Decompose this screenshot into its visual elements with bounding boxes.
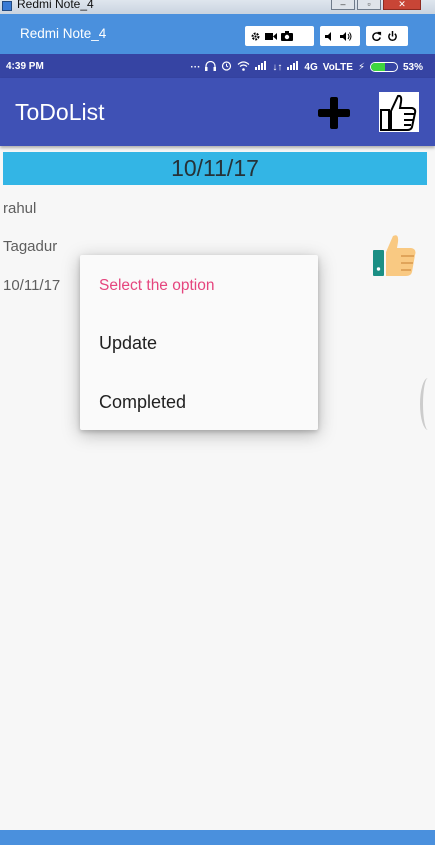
wifi-icon — [237, 60, 250, 74]
status-bar: 4:39 PM ··· ↓↑ 4G VoLTE ⚡ 53% — [0, 54, 435, 78]
status-time: 4:39 PM — [6, 61, 44, 72]
emulator-power-group — [366, 26, 408, 46]
window-titlebar: Redmi Note_4 – ▫ ✕ — [0, 0, 435, 14]
emulator-title: Redmi Note_4 — [20, 26, 107, 41]
emulator-volume-group — [320, 26, 360, 46]
power-icon[interactable] — [384, 26, 400, 46]
task-place: Tagadur — [3, 238, 58, 255]
app-window-icon — [2, 1, 12, 11]
alarm-icon — [221, 60, 232, 74]
battery-fill — [370, 63, 385, 71]
dialog-title: Select the option — [99, 277, 215, 294]
options-dialog: Select the option Update Completed — [80, 255, 318, 430]
emulator-settings-group — [245, 26, 314, 46]
window-title: Redmi Note_4 — [17, 0, 94, 11]
complete-thumbs-up-icon[interactable] — [371, 230, 419, 278]
window-controls: – ▫ ✕ — [331, 0, 421, 10]
headphones-icon — [205, 60, 217, 74]
update-option[interactable]: Update — [80, 319, 318, 367]
emulator-toolbar: Redmi Note_4 — [0, 14, 435, 54]
task-date: 10/11/17 — [3, 277, 61, 294]
completed-option[interactable]: Completed — [80, 378, 318, 426]
more-notifications-icon: ··· — [190, 61, 201, 73]
status-icons: ··· ↓↑ 4G VoLTE ⚡ 53% — [190, 60, 423, 74]
charging-icon: ⚡ — [357, 61, 365, 73]
data-transfer-icon: ↓↑ — [272, 61, 283, 73]
video-icon[interactable] — [263, 26, 279, 46]
minimize-button[interactable]: – — [331, 0, 355, 10]
add-button[interactable] — [316, 97, 352, 129]
overscroll-indicator — [420, 378, 435, 430]
maximize-button[interactable]: ▫ — [357, 0, 381, 10]
battery-percent: 53% — [402, 61, 423, 73]
thumbs-up-icon[interactable] — [378, 91, 420, 133]
camera-icon[interactable] — [279, 26, 295, 46]
emulator-bottom-bar — [0, 830, 435, 845]
volte-label: VoLTE — [322, 61, 353, 73]
volume-down-icon[interactable] — [322, 26, 338, 46]
task-name: rahul — [3, 200, 37, 217]
signal-icon — [255, 61, 267, 73]
network-type: 4G — [304, 61, 318, 73]
signal-icon — [287, 61, 299, 73]
rotate-icon[interactable] — [368, 26, 384, 46]
date-header: 10/11/17 — [3, 152, 427, 185]
volume-up-icon[interactable] — [338, 26, 354, 46]
battery-icon — [369, 62, 398, 72]
close-button[interactable]: ✕ — [383, 0, 421, 10]
gear-icon[interactable] — [247, 26, 263, 46]
app-bar: ToDoList — [0, 78, 435, 146]
app-title: ToDoList — [15, 99, 105, 125]
